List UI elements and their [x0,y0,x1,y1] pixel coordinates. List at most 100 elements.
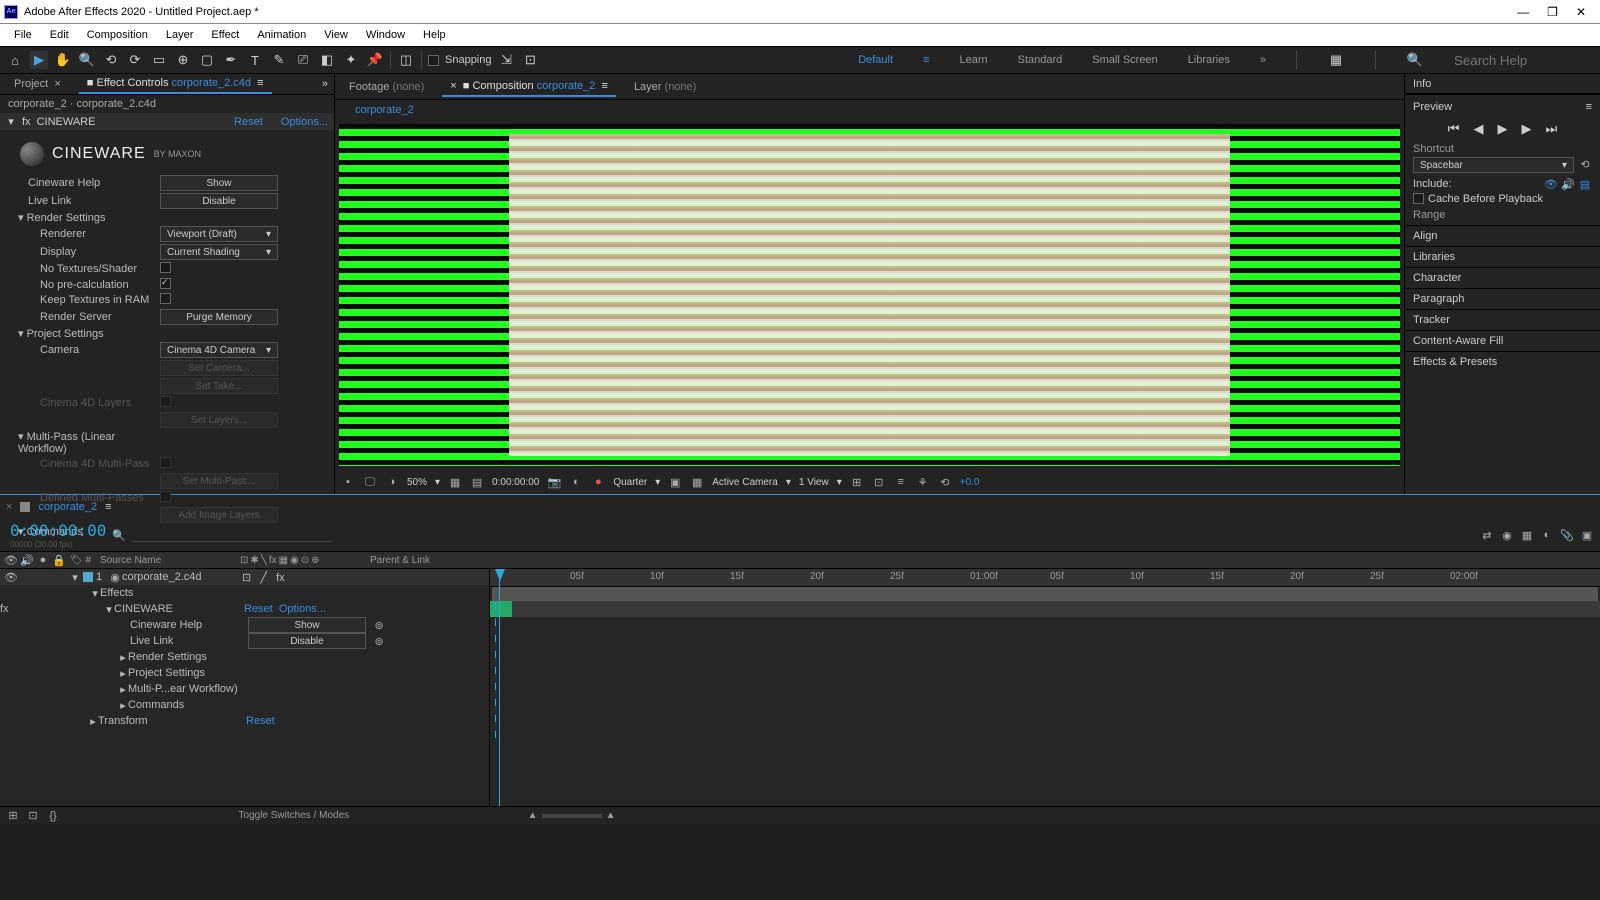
keep-textures-checkbox[interactable] [160,293,171,304]
timeline-icon[interactable]: ≡ [894,475,908,489]
home-icon[interactable]: ⌂ [6,51,24,69]
effects-twirl[interactable]: ▾ [90,587,100,600]
transparency-icon[interactable]: ▦ [690,475,704,489]
audio-col-icon[interactable]: 🔊 [20,553,34,567]
include-video-icon[interactable]: 👁 [1544,177,1558,191]
pan-behind-tool-icon[interactable]: ⊕ [174,51,192,69]
comp-marker-icon[interactable]: ⇄ [1480,528,1494,542]
orbit-tool-icon[interactable]: ⟲ [102,51,120,69]
menu-help[interactable]: Help [415,27,454,43]
brain-icon[interactable]: ▣ [1580,528,1594,542]
display-dropdown[interactable]: Current Shading▾ [160,244,278,260]
camera-tool-icon[interactable]: ▭ [150,51,168,69]
renderer-dropdown[interactable]: Viewport (Draft)▾ [160,226,278,242]
menu-composition[interactable]: Composition [79,27,156,43]
fx-options[interactable]: Options... [281,116,328,128]
timeline-tab[interactable]: corporate_2 [38,501,97,513]
channel-icon[interactable]: ◐ [569,475,583,489]
transform-reset[interactable]: Reset [246,715,275,727]
tl-options[interactable]: Options... [279,603,326,615]
composition-viewer[interactable] [339,124,1400,466]
transform-twirl[interactable]: ▸ [88,715,98,728]
info-panel-header[interactable]: Info [1413,78,1431,90]
pickwhip-icon[interactable]: ⊚ [372,618,386,632]
eraser-tool-icon[interactable]: ◧ [318,51,336,69]
menu-edit[interactable]: Edit [42,27,77,43]
layer-track-bar[interactable] [490,601,1600,617]
tab-project[interactable]: Project × [6,75,69,93]
workspace-smallscreen[interactable]: Small Screen [1092,54,1157,66]
roi-icon[interactable]: ▣ [668,475,682,489]
graph-editor-icon[interactable]: 📎 [1560,528,1574,542]
shy-icon[interactable]: ◉ [1500,528,1514,542]
paragraph-panel[interactable]: Paragraph [1413,293,1464,305]
selection-tool-icon[interactable]: ▶ [30,51,48,69]
menu-view[interactable]: View [316,27,356,43]
workspace-libraries[interactable]: Libraries [1188,54,1230,66]
tl-commands[interactable]: Commands [128,699,184,711]
tl-disable-button[interactable]: Disable [248,633,366,649]
tl-multi-twirl[interactable]: ▸ [118,683,128,696]
zoom-in-icon[interactable]: ▲ [606,810,616,821]
tab-composition[interactable]: × ■ Composition corporate_2 ≡ [442,77,616,97]
workspace-standard[interactable]: Standard [1018,54,1063,66]
zoom-slider[interactable] [542,814,602,818]
tracker-panel[interactable]: Tracker [1413,314,1450,326]
toggle-modes-icon[interactable]: ⊡ [26,809,40,823]
loop-icon[interactable]: ⟲ [1578,157,1592,171]
mask-icon[interactable]: ◑ [385,475,399,489]
multipass-group[interactable]: ▾ Multi-Pass (Linear Workflow) [0,430,160,455]
track-area[interactable]: 05f 10f 15f 20f 25f 01:00f 05f 10f 15f 2… [490,569,1600,806]
brush-tool-icon[interactable]: ✎ [270,51,288,69]
menu-file[interactable]: File [6,27,40,43]
snapping-checkbox[interactable] [428,55,439,66]
tl-project-settings[interactable]: Project Settings [128,667,205,679]
workspace-switcher-icon[interactable]: ▦ [1327,51,1345,69]
panel-overflow-icon[interactable]: » [322,78,328,90]
roto-tool-icon[interactable]: ✦ [342,51,360,69]
shortcut-dropdown[interactable]: Spacebar▾ [1413,157,1574,173]
purge-memory-button[interactable]: Purge Memory [160,309,278,325]
camera-view-dropdown[interactable]: Active Camera [712,477,778,488]
guides-icon[interactable]: ▤ [470,475,484,489]
live-link-button[interactable]: Disable [160,193,278,209]
no-textures-checkbox[interactable] [160,262,171,273]
tl-project-twirl[interactable]: ▸ [118,667,128,680]
reset-exposure-icon[interactable]: ⟲ [938,475,952,489]
grid-icon[interactable]: ▦ [448,475,462,489]
project-settings-group[interactable]: ▾ Project Settings [0,327,160,340]
hand-tool-icon[interactable]: ✋ [54,51,72,69]
magnification-dropdown[interactable]: 50% [407,477,427,488]
alpha-icon[interactable]: ▪ [341,475,355,489]
layer-name[interactable]: corporate_2.c4d [122,571,242,583]
pixel-aspect-icon[interactable]: ⊞ [850,475,864,489]
layer-color-icon[interactable] [83,572,93,582]
source-name-header[interactable]: Source Name [100,555,240,566]
search-input[interactable] [1454,53,1574,68]
motion-blur-icon[interactable]: ◐ [1540,528,1554,542]
workspace-default[interactable]: Default [858,54,893,66]
no-precalc-checkbox[interactable] [160,278,171,289]
workspace-learn[interactable]: Learn [959,54,987,66]
shape-tool-icon[interactable]: ▢ [198,51,216,69]
menu-animation[interactable]: Animation [249,27,314,43]
close-icon[interactable]: ✕ [1576,5,1586,19]
fast-preview-icon[interactable]: ⊡ [872,475,886,489]
libraries-panel[interactable]: Libraries [1413,251,1455,263]
tab-layer[interactable]: Layer (none) [626,78,704,96]
minimize-icon[interactable]: — [1517,5,1529,19]
solo-col-icon[interactable]: ● [36,553,50,567]
parent-link-header[interactable]: Parent & Link [370,555,490,566]
current-timecode[interactable]: 0:00:00:00 [6,521,106,540]
tab-effect-controls[interactable]: ■ Effect Controls corporate_2.c4d ≡ [79,74,272,94]
snap-opt2-icon[interactable]: ⊡ [522,51,540,69]
effects-group[interactable]: Effects [100,587,133,599]
effects-presets-panel[interactable]: Effects & Presets [1413,356,1497,368]
first-frame-icon[interactable]: ⏮ [1448,121,1460,137]
tl-commands-twirl[interactable]: ▸ [118,699,128,712]
current-time[interactable]: 0:00:00:00 [492,477,539,488]
transform-group[interactable]: Transform [98,715,246,727]
render-settings-group[interactable]: ▾ Render Settings [0,211,160,224]
monitor-icon[interactable]: 🖵 [363,475,377,489]
clone-tool-icon[interactable]: ⎚ [294,51,312,69]
